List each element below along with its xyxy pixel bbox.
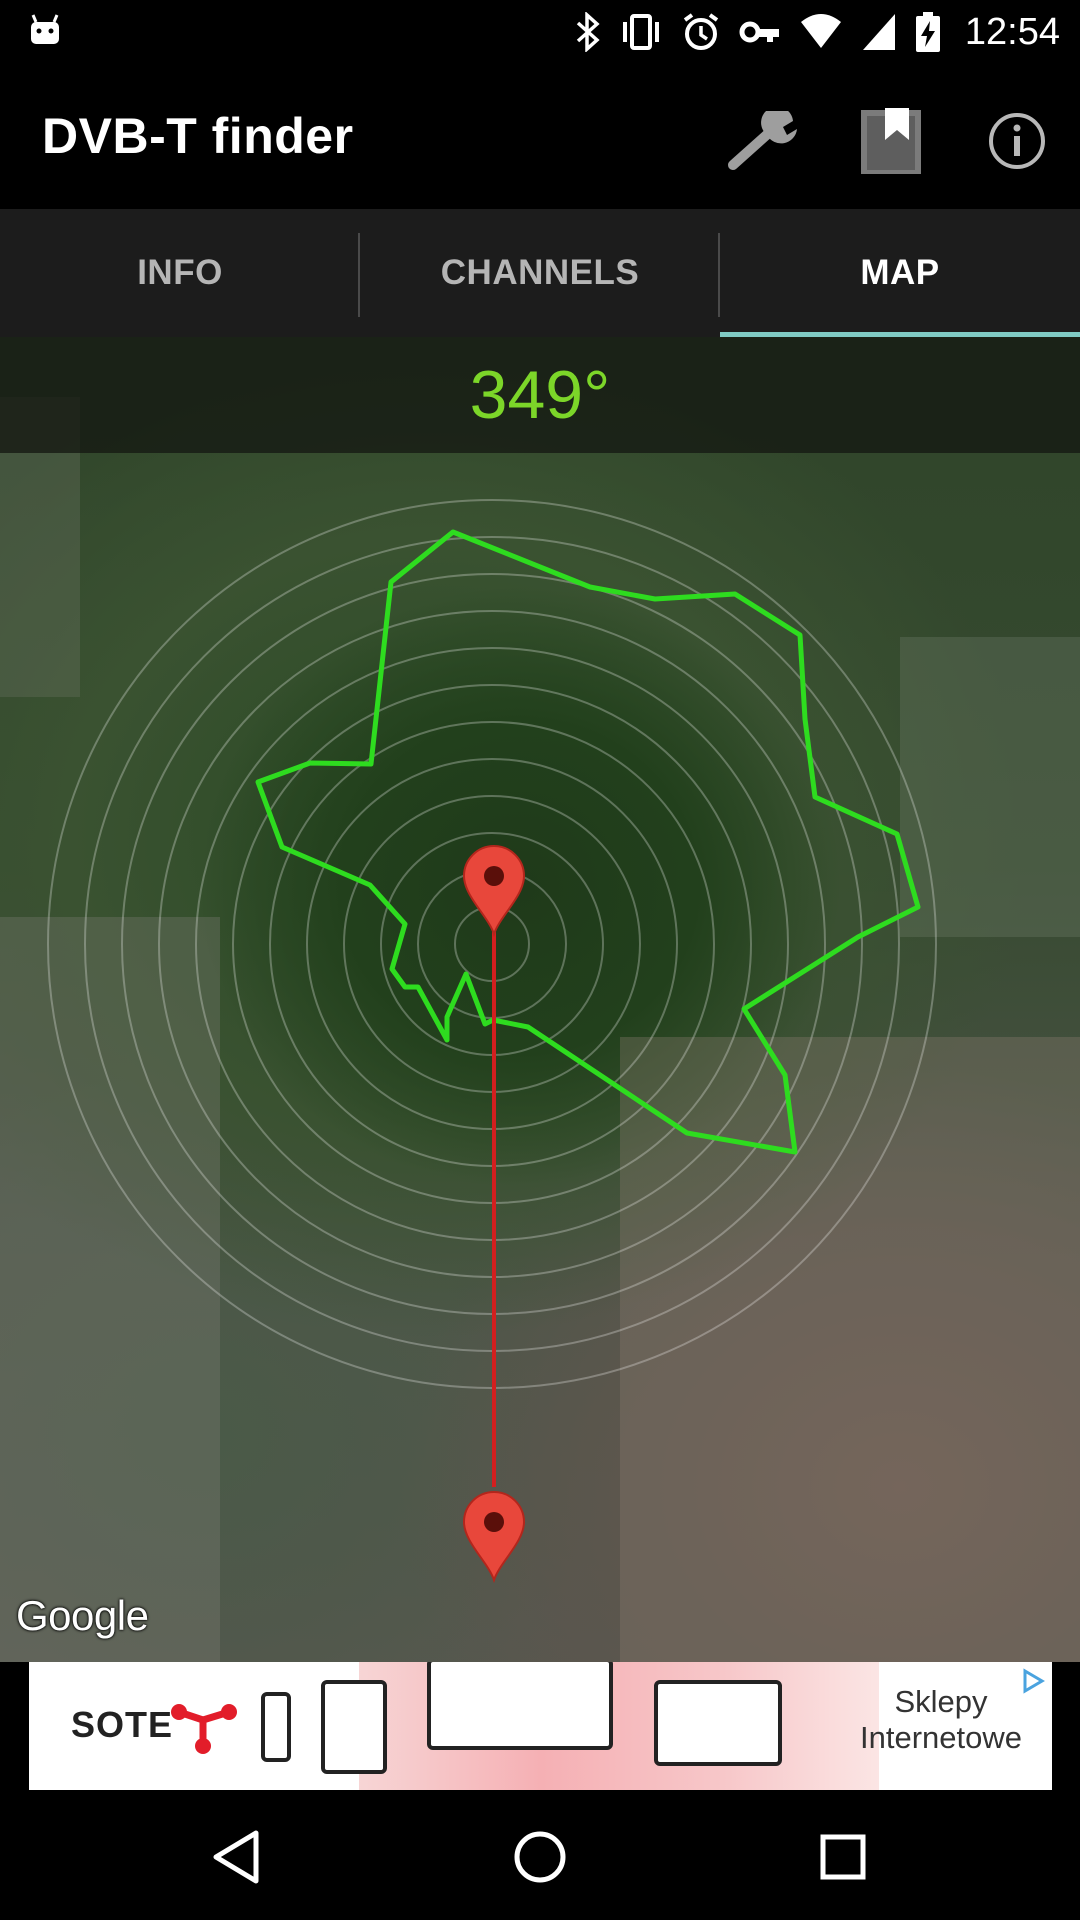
ad-product-phone	[261, 1692, 291, 1762]
ad-choices-icon[interactable]	[1020, 1668, 1046, 1694]
ad-banner[interactable]: SOTE Sklepy Internetowe	[29, 1662, 1052, 1790]
tab-channels[interactable]: CHANNELS	[360, 209, 720, 337]
tab-channels-label: CHANNELS	[440, 253, 640, 292]
ad-brand: SOTE	[71, 1704, 174, 1745]
info-icon[interactable]	[977, 101, 1057, 181]
bookmark-icon[interactable]	[851, 101, 931, 181]
map-terrain-texture	[0, 397, 1080, 1662]
bearing-bar: 349°	[0, 337, 1080, 453]
android-notification-icon	[28, 12, 62, 46]
wifi-icon	[799, 12, 843, 52]
tab-info-label: INFO	[137, 253, 223, 292]
ad-text-line2: Internetowe	[860, 1720, 1022, 1755]
bearing-value: 349°	[469, 357, 611, 433]
ad-product-laptop	[427, 1662, 613, 1750]
navigation-bar	[0, 1794, 1080, 1920]
tab-bar: INFO CHANNELS MAP	[0, 209, 1080, 337]
app-bar: DVB-T finder	[0, 63, 1080, 209]
transmitter-marker-icon[interactable]	[462, 845, 526, 938]
wrench-settings-icon[interactable]	[725, 101, 805, 181]
status-bar: 12:54	[0, 0, 1080, 63]
tab-info[interactable]: INFO	[0, 209, 360, 337]
alarm-icon	[681, 12, 721, 52]
ad-product-tablet	[321, 1680, 387, 1774]
ad-logo-icon	[171, 1704, 237, 1754]
status-time: 12:54	[964, 10, 1060, 53]
signal-icon	[861, 12, 897, 52]
satellite-map[interactable]: 349° Google	[0, 337, 1080, 1662]
google-attribution: Google	[16, 1592, 149, 1639]
map-overlay	[0, 397, 1080, 1662]
vpn-key-icon	[739, 12, 781, 52]
ad-area: SOTE Sklepy Internetowe	[0, 1662, 1080, 1794]
home-icon[interactable]	[505, 1822, 575, 1892]
tab-map[interactable]: MAP	[720, 209, 1080, 337]
bluetooth-icon	[575, 12, 601, 52]
ad-text-line1: Sklepy	[894, 1684, 988, 1719]
vibrate-icon	[619, 12, 663, 52]
location-marker-icon[interactable]	[462, 1491, 526, 1584]
recents-icon[interactable]	[808, 1822, 878, 1892]
back-icon[interactable]	[201, 1822, 271, 1892]
ad-product-monitor	[654, 1680, 782, 1766]
ad-text: Sklepy Internetowe	[860, 1684, 1022, 1756]
app-title: DVB-T finder	[42, 108, 354, 164]
battery-charging-icon	[915, 11, 941, 53]
tab-map-label: MAP	[860, 253, 940, 292]
